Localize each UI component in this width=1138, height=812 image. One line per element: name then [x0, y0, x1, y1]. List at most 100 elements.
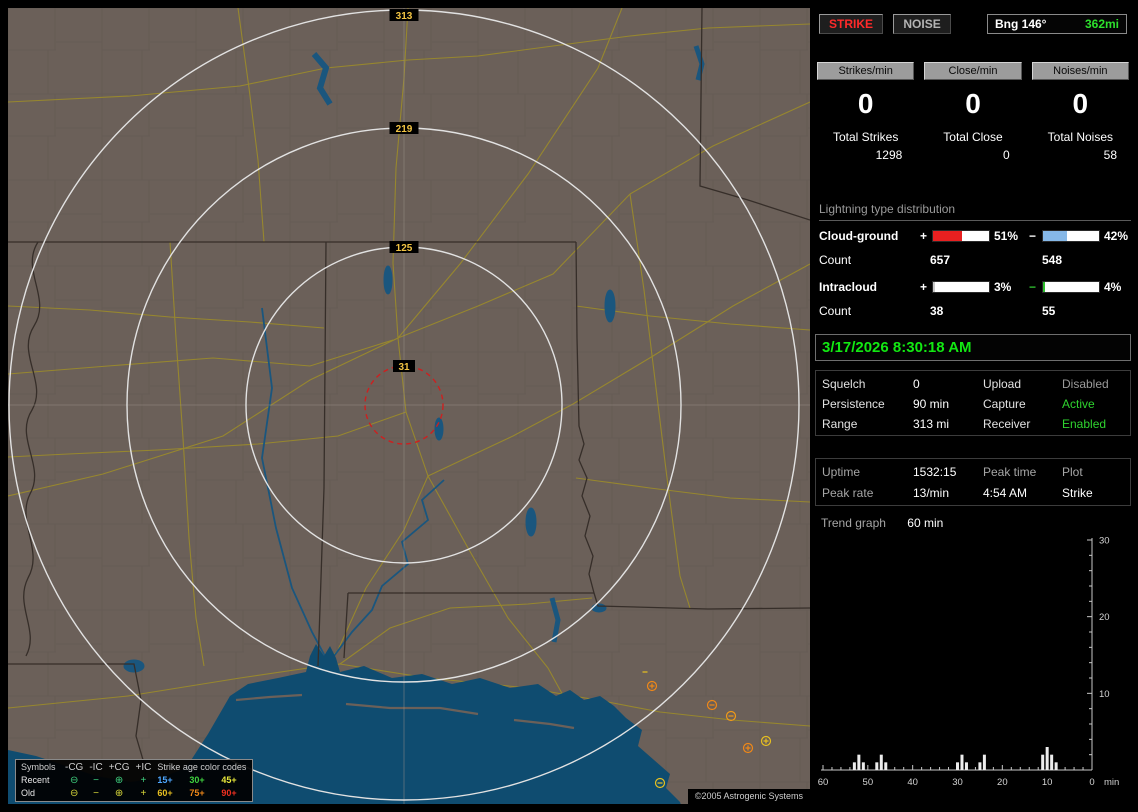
total-noises-value: 58 — [1103, 148, 1117, 162]
age-60: 60+ — [157, 788, 173, 798]
upload-status: Disabled — [1062, 377, 1109, 391]
cg-plus-icon: ⊕ — [114, 775, 124, 786]
lightning-map[interactable]: 313 219 125 31 — [8, 8, 810, 804]
status-panel: STRIKE NOISE Bng 146° 362mi Strikes/min … — [815, 8, 1131, 804]
rate-buttons-row: Strikes/min Close/min Noises/min — [817, 62, 1129, 80]
noises-per-min-button[interactable]: Noises/min — [1031, 62, 1129, 80]
app-window: { "panel": { "strike_button": "STRIKE", … — [0, 0, 1138, 812]
plot-value: Strike — [1062, 486, 1093, 500]
trend-window-value: 60 min — [907, 516, 944, 530]
cg-minus-percent: 42% — [1104, 229, 1129, 243]
session-stats-box: Uptime 1532:15 Peak time Plot Peak rate … — [815, 458, 1131, 506]
cg-plus-percent: 51% — [994, 229, 1019, 243]
svg-text:50: 50 — [863, 777, 874, 788]
svg-text:10: 10 — [1042, 777, 1053, 788]
total-noises-label: Total Noises — [1047, 130, 1114, 144]
plot-label: Plot — [1062, 465, 1083, 479]
totals-labels-row: Total Strikes Total Close Total Noises — [817, 130, 1129, 144]
total-strikes-value: 1298 — [875, 148, 903, 162]
cloud-ground-count-row: Count 657 548 — [815, 253, 1131, 268]
ring-distance-label: 31 — [398, 362, 410, 373]
intracloud-label: Intracloud — [819, 280, 878, 294]
close-per-min-button[interactable]: Close/min — [924, 62, 1022, 80]
plus-sign: + — [920, 280, 928, 294]
ic-minus-bar — [1042, 281, 1100, 293]
svg-text:10: 10 — [1099, 689, 1110, 700]
cloud-ground-row: Cloud-ground + 51% − 42% — [815, 229, 1131, 244]
uptime-value: 1532:15 — [913, 465, 957, 479]
cg-plus-bar — [932, 230, 990, 242]
noise-toggle-button[interactable]: NOISE — [893, 14, 951, 34]
noises-per-min-value: 0 — [1072, 88, 1089, 119]
legend-age-header: Strike age color codes — [157, 762, 247, 772]
count-label: Count — [819, 253, 852, 267]
legend-col-pos-ic: +IC — [135, 762, 152, 773]
ic-plus-count: 38 — [930, 304, 944, 318]
peak-rate-value: 13/min — [913, 486, 950, 500]
total-close-value: 0 — [1002, 148, 1010, 162]
svg-text:30: 30 — [1099, 536, 1110, 547]
legend-old-label: Old — [21, 788, 36, 798]
ic-plus-icon: + — [140, 775, 147, 786]
cg-plus-count: 657 — [930, 253, 951, 267]
persistence-value: 90 min — [913, 397, 950, 411]
svg-text:0: 0 — [1089, 777, 1094, 788]
legend-col-neg-ic: -IC — [89, 762, 103, 773]
range-value: 313 mi — [913, 417, 950, 431]
uptime-label: Uptime — [822, 465, 861, 479]
age-45: 45+ — [221, 775, 237, 785]
legend-symbols-header: Symbols — [21, 762, 56, 772]
age-15: 15+ — [157, 775, 173, 785]
trend-graph: 10 20 30 60 50 40 30 20 10 0 min — [818, 536, 1120, 789]
cg-minus-icon: ⊖ — [69, 775, 79, 786]
receiver-status: Enabled — [1062, 417, 1107, 431]
legend-recent-label: Recent — [21, 775, 50, 785]
minus-sign: − — [1029, 280, 1037, 294]
map-panel: 313 219 125 31 Symbols -CG -IC +CG +IC Stri… — [8, 8, 810, 804]
squelch-value: 0 — [913, 377, 920, 391]
upload-label: Upload — [983, 377, 1022, 391]
cg-minus-bar — [1042, 230, 1100, 242]
strike-toggle-button[interactable]: STRIKE — [819, 14, 884, 34]
bearing-label: Bng 146° — [995, 17, 1047, 31]
ic-minus-percent: 4% — [1104, 280, 1122, 294]
cg-plus-icon: ⊕ — [114, 788, 124, 799]
ring-distance-label: 219 — [396, 124, 413, 135]
distribution-title: Lightning type distribution — [819, 202, 1131, 221]
ic-plus-percent: 3% — [994, 280, 1012, 294]
copyright-label: ©2005 Astrogenic Systems — [687, 789, 810, 804]
toolbar: STRIKE NOISE Bng 146° 362mi — [819, 14, 1129, 36]
count-label: Count — [819, 304, 852, 318]
ic-plus-bar — [932, 281, 990, 293]
ic-minus-icon: − — [93, 775, 99, 786]
strikes-per-min-button[interactable]: Strikes/min — [817, 62, 915, 80]
ring-distance-label: 125 — [396, 243, 413, 254]
cg-minus-count: 548 — [1042, 253, 1063, 267]
cloud-ground-label: Cloud-ground — [819, 229, 899, 243]
persistence-label: Persistence — [822, 397, 885, 411]
capture-label: Capture — [983, 397, 1026, 411]
receiver-status-box: Squelch 0 Upload Disabled Persistence 90… — [815, 370, 1131, 436]
trend-graph-label: Trend graph — [821, 516, 886, 530]
range-label: Range — [822, 417, 858, 431]
svg-text:60: 60 — [818, 777, 829, 788]
cg-minus-icon: ⊖ — [69, 788, 79, 799]
bearing-readout: Bng 146° 362mi — [987, 14, 1127, 34]
legend-col-neg-cg: -CG — [65, 762, 84, 773]
total-strikes-label: Total Strikes — [832, 130, 899, 144]
trend-graph-label-row: Trend graph 60 min — [821, 516, 943, 530]
ring-distance-label: 313 — [396, 11, 413, 22]
strikes-per-min-value: 0 — [857, 88, 874, 119]
capture-status: Active — [1062, 397, 1095, 411]
minus-sign: − — [1029, 229, 1037, 243]
total-close-label: Total Close — [943, 130, 1003, 144]
peak-time-label: Peak time — [983, 465, 1037, 479]
plus-sign: + — [920, 229, 928, 243]
ic-minus-count: 55 — [1042, 304, 1056, 318]
close-per-min-value: 0 — [965, 88, 981, 119]
svg-text:min: min — [1104, 777, 1119, 788]
svg-text:20: 20 — [1099, 612, 1110, 623]
squelch-label: Squelch — [822, 377, 866, 391]
age-90: 90+ — [221, 788, 237, 798]
rate-values-row: 0 0 0 — [817, 88, 1129, 120]
